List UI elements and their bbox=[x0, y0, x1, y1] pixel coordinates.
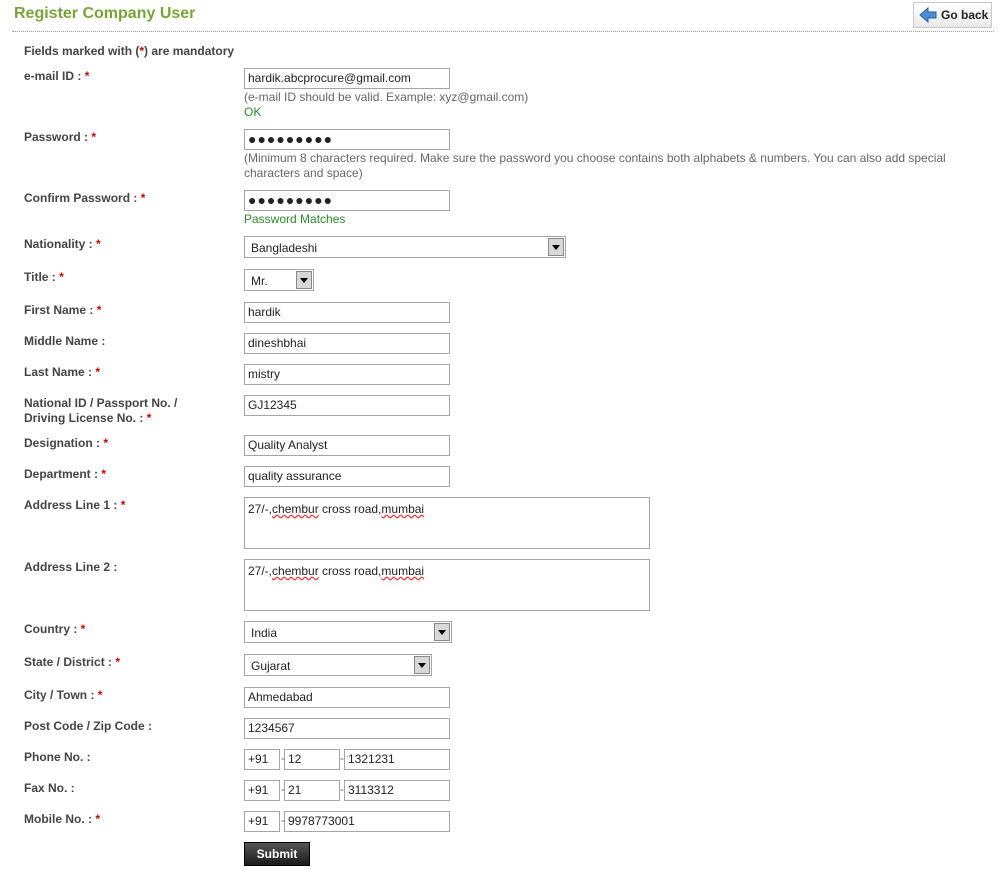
password-hint: (Minimum 8 characters required. Make sur… bbox=[244, 151, 946, 180]
first-name-label: First Name : * bbox=[24, 303, 102, 317]
middle-name-label: Middle Name : bbox=[24, 334, 106, 348]
go-back-label: Go back bbox=[941, 8, 989, 22]
triangle-down-icon bbox=[548, 238, 564, 256]
confirm-password-label: Confirm Password : * bbox=[24, 191, 146, 205]
triangle-down-icon bbox=[296, 271, 312, 289]
email-status: OK bbox=[244, 105, 262, 119]
fax-area-code-field[interactable]: 21 bbox=[284, 780, 340, 801]
phone-area-code-field[interactable]: 12 bbox=[284, 749, 340, 770]
title-label: Title : * bbox=[24, 270, 64, 284]
email-hint: (e-mail ID should be valid. Example: xyz… bbox=[244, 90, 529, 104]
department-field[interactable]: quality assurance bbox=[244, 466, 450, 487]
password-label: Password : * bbox=[24, 130, 97, 144]
go-back-button[interactable]: Go back bbox=[913, 2, 992, 28]
national-id-label: National ID / Passport No. / Driving Lice… bbox=[24, 396, 178, 425]
city-label: City / Town : * bbox=[24, 688, 103, 702]
post-code-field[interactable]: 1234567 bbox=[244, 718, 450, 739]
country-value: India bbox=[251, 626, 278, 640]
post-code-label: Post Code / Zip Code : bbox=[24, 719, 152, 733]
title-value: Mr. bbox=[251, 274, 268, 288]
fax-number-field[interactable]: 3113312 bbox=[344, 780, 450, 801]
last-name-label: Last Name : * bbox=[24, 365, 101, 379]
fax-country-code-field[interactable]: +91 bbox=[244, 780, 280, 801]
title-select[interactable]: Mr. bbox=[244, 269, 314, 291]
address-line-1-field[interactable]: 27/-,chembur cross road,mumbai bbox=[244, 497, 650, 549]
state-label: State / District : * bbox=[24, 655, 121, 669]
mobile-number-field[interactable]: 9978773001 bbox=[284, 811, 450, 832]
address-line-2-field[interactable]: 27/-,chembur cross road,mumbai bbox=[244, 559, 650, 611]
nationality-value: Bangladeshi bbox=[251, 241, 318, 255]
department-label: Department : * bbox=[24, 467, 107, 481]
fax-label: Fax No. : bbox=[24, 781, 75, 795]
password-field[interactable]: ●●●●●●●●● bbox=[244, 129, 450, 150]
submit-button[interactable]: Submit bbox=[244, 842, 310, 866]
city-field[interactable]: Ahmedabad bbox=[244, 687, 450, 708]
country-select[interactable]: India bbox=[244, 621, 452, 643]
phone-number-field[interactable]: 1321231 bbox=[344, 749, 450, 770]
page-title: Register Company User bbox=[14, 5, 196, 22]
address-line-1-label: Address Line 1 : * bbox=[24, 498, 126, 512]
confirm-password-field[interactable]: ●●●●●●●●● bbox=[244, 190, 450, 211]
triangle-down-icon bbox=[434, 623, 450, 641]
national-id-field[interactable]: GJ12345 bbox=[244, 395, 450, 416]
middle-name-field[interactable]: dineshbhai bbox=[244, 333, 450, 354]
state-select[interactable]: Gujarat bbox=[244, 654, 432, 676]
designation-field[interactable]: Quality Analyst bbox=[244, 435, 450, 456]
first-name-field[interactable]: hardik bbox=[244, 302, 450, 323]
state-value: Gujarat bbox=[251, 659, 291, 673]
mandatory-note: Fields marked with (*) are mandatory bbox=[24, 44, 235, 58]
title-divider bbox=[12, 31, 994, 32]
email-field[interactable]: hardik.abcprocure@gmail.com bbox=[244, 68, 450, 89]
mobile-label: Mobile No. : * bbox=[24, 812, 101, 826]
nationality-select[interactable]: Bangladeshi bbox=[244, 236, 566, 258]
country-label: Country : * bbox=[24, 622, 86, 636]
designation-label: Designation : * bbox=[24, 436, 109, 450]
mobile-country-code-field[interactable]: +91 bbox=[244, 811, 280, 832]
last-name-field[interactable]: mistry bbox=[244, 364, 450, 385]
phone-label: Phone No. : bbox=[24, 750, 91, 764]
nationality-label: Nationality : * bbox=[24, 237, 101, 251]
triangle-down-icon bbox=[414, 656, 430, 674]
address-line-2-label: Address Line 2 : bbox=[24, 560, 118, 574]
phone-country-code-field[interactable]: +91 bbox=[244, 749, 280, 770]
password-match-status: Password Matches bbox=[244, 212, 346, 226]
left-arrow-icon bbox=[919, 7, 937, 23]
email-label: e-mail ID : * bbox=[24, 69, 90, 83]
